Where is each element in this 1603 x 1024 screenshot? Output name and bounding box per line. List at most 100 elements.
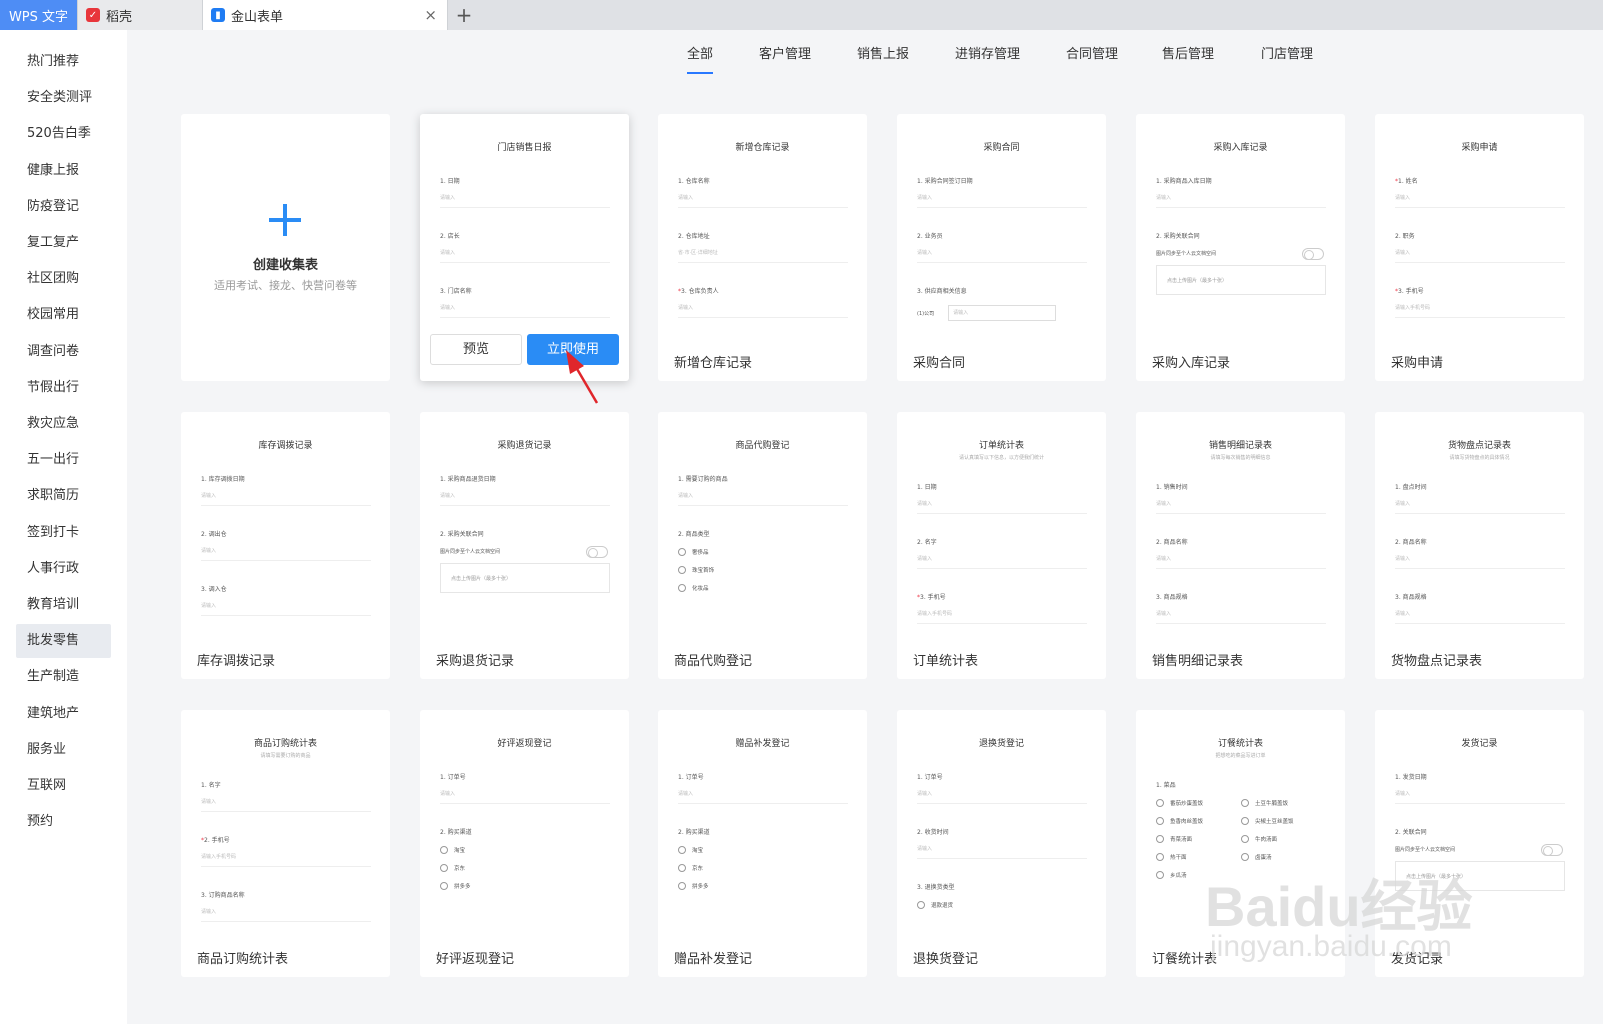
sidebar-item[interactable]: 校园常用 xyxy=(16,298,111,332)
sidebar-item[interactable]: 五一出行 xyxy=(16,443,111,477)
template-form-subtitle: 请认真填写以下信息，以方便我们统计 xyxy=(958,455,1044,461)
radio-icon xyxy=(1156,871,1164,879)
close-tab-icon[interactable]: × xyxy=(424,6,437,24)
sidebar-item[interactable]: 人事行政 xyxy=(16,552,111,586)
template-card[interactable]: 门店销售日报 1. 日期 请输入 2. 店长 请输入 3. 门店名称 请输入 预览 立即使用 xyxy=(420,114,629,381)
sidebar-item[interactable]: 节假出行 xyxy=(16,371,111,405)
question-label: 2. 名字 xyxy=(917,537,1087,546)
tab-wps-writer[interactable]: WPS 文字 xyxy=(0,0,78,30)
sidebar-item[interactable]: 求职简历 xyxy=(16,479,111,513)
form-question: 1. 日期 请输入 xyxy=(917,482,1087,514)
form-question: 3. 商品规格 请输入 xyxy=(1395,592,1565,624)
tab-kingsoft-forms[interactable]: ▮ 金山表单 × xyxy=(203,0,448,30)
form-question: 1. 仓库名称 请输入 xyxy=(678,176,848,208)
question-text: 1. 发货日期 xyxy=(1395,774,1427,781)
option-text: 卤蛋汤 xyxy=(1255,855,1272,861)
create-form-card[interactable]: 创建收集表 适用考试、接龙、快营问卷等 xyxy=(181,114,390,381)
question-text: 3. 订购商品名称 xyxy=(201,892,245,899)
question-input: 请输入 xyxy=(201,492,371,506)
template-card[interactable]: 订单统计表 请认真填写以下信息，以方便我们统计 1. 日期 请输入 2. 名字 请输入 *3… xyxy=(897,412,1106,679)
template-card[interactable]: 采购合同 1. 采购合同签订日期 请输入 2. 业务员 请输入 3. 供应商相关信息 (1)… xyxy=(897,114,1106,381)
template-form-title: 订餐统计表 xyxy=(1217,739,1263,749)
question-text: 3. 仓库负责人 xyxy=(681,288,719,295)
preview-button[interactable]: 预览 xyxy=(430,334,522,365)
category-tab[interactable]: 销售上报 xyxy=(857,46,909,74)
form-question: 3. 供应商相关信息 (1)公司 请输入 xyxy=(917,286,1087,321)
sidebar-item[interactable]: 社区团购 xyxy=(16,262,111,296)
question-label: 1. 仓库名称 xyxy=(678,176,848,185)
sidebar-item[interactable]: 复工复产 xyxy=(16,226,111,260)
sidebar-item[interactable]: 签到打卡 xyxy=(16,516,111,550)
sidebar-item[interactable]: 服务业 xyxy=(16,733,111,767)
question-text: 2. 名字 xyxy=(917,539,937,546)
question-text: 2. 购买渠道 xyxy=(678,829,710,836)
template-form-title: 采购申请 xyxy=(1461,143,1498,153)
tab-docer[interactable]: ✓ 稻壳 xyxy=(78,0,203,30)
question-text: 2. 调出仓 xyxy=(201,531,227,538)
use-now-button[interactable]: 立即使用 xyxy=(527,334,619,365)
radio-option: 拼多多 xyxy=(678,882,848,890)
sidebar-item[interactable]: 互联网 xyxy=(16,769,111,803)
sub-field-label: (1)公司 xyxy=(917,310,935,317)
sidebar-item[interactable]: 520告白季 xyxy=(16,117,111,151)
question-label: 2. 购买渠道 xyxy=(440,827,610,836)
category-tab[interactable]: 售后管理 xyxy=(1162,46,1214,74)
sidebar-item[interactable]: 防疫登记 xyxy=(16,190,111,224)
template-card[interactable]: 退换货登记 1. 订单号 请输入 2. 收货时间 请输入 3. 退换货类型 退款退货 退换货登… xyxy=(897,710,1106,977)
template-card[interactable]: 销售明细记录表 请填写每次销售的明细信息 1. 销售时间 请输入 2. 商品名称 请输入 3… xyxy=(1136,412,1345,679)
category-tab[interactable]: 客户管理 xyxy=(759,46,811,74)
sidebar-item[interactable]: 调查问卷 xyxy=(16,335,111,369)
template-card[interactable]: 赠品补发登记 1. 订单号 请输入 2. 购买渠道 淘宝 京东 拼多多 赠品补发登记 xyxy=(658,710,867,977)
question-label: 1. 订单号 xyxy=(917,772,1087,781)
template-form-title: 库存调拨记录 xyxy=(258,441,313,451)
sidebar-item[interactable]: 教育培训 xyxy=(16,588,111,622)
question-text: 1. 采购商品入库日期 xyxy=(1156,178,1212,185)
sidebar-item[interactable]: 健康上报 xyxy=(16,154,111,188)
category-tab[interactable]: 进销存管理 xyxy=(955,46,1020,74)
form-question: 3. 订购商品名称请输入 xyxy=(201,890,371,922)
question-label: 2. 业务员 xyxy=(917,231,1087,240)
category-tab[interactable]: 全部 xyxy=(687,46,714,74)
sidebar-item[interactable]: 救灾应急 xyxy=(16,407,111,441)
template-card[interactable]: 新增仓库记录 1. 仓库名称 请输入 2. 仓库地址 省·市·区·详细地址 *3. 仓库负… xyxy=(658,114,867,381)
template-card[interactable]: 采购退货记录 1. 采购商品退货日期 请输入 2. 采购关联合同 图片同步至个人云文档空… xyxy=(420,412,629,679)
radio-icon xyxy=(1156,799,1164,807)
question-label: 1. 订单号 xyxy=(678,772,848,781)
question-input: 请输入 xyxy=(1395,194,1565,208)
new-tab-button[interactable]: + xyxy=(448,0,480,30)
question-text: 2. 手机号 xyxy=(204,837,230,844)
sidebar-item[interactable]: 预约 xyxy=(16,805,111,839)
question-label: 3. 商品规格 xyxy=(1156,592,1326,601)
tab-label: 金山表单 xyxy=(231,9,284,25)
question-input: 请输入 xyxy=(440,304,610,318)
template-form-title: 采购合同 xyxy=(983,143,1020,153)
template-card[interactable]: 库存调拨记录 1. 库存调拨日期 请输入 2. 调出仓 请输入 3. 调入仓 请输入 库存调拨… xyxy=(181,412,390,679)
sidebar-item[interactable]: 热门推荐 xyxy=(16,45,111,79)
sidebar-item[interactable]: 生产制造 xyxy=(16,660,111,694)
template-card[interactable]: 商品代购登记 1. 需要订购的商品 请输入 2. 商品类型 奢侈品 珠宝首饰 化妆品 商品代购… xyxy=(658,412,867,679)
question-text: 1. 订单号 xyxy=(440,774,466,781)
question-input: 请输入 xyxy=(201,908,371,922)
question-text: 3. 调入仓 xyxy=(201,586,227,593)
category-tab[interactable]: 合同管理 xyxy=(1066,46,1118,74)
template-card[interactable]: 采购入库记录 1. 采购商品入库日期 请输入 2. 采购关联合同 图片同步至个人云文档空… xyxy=(1136,114,1345,381)
form-question: 2. 仓库地址 省·市·区·详细地址 xyxy=(678,231,848,263)
sidebar-item[interactable]: 批发零售 xyxy=(16,624,111,659)
question-input: 请输入 xyxy=(1395,555,1565,569)
template-card[interactable]: 商品订购统计表 请填写需要订购的商品 1. 名字 请输入 *2. 手机号 请输入手机号码 3… xyxy=(181,710,390,977)
sidebar-item[interactable]: 建筑地产 xyxy=(16,697,111,731)
template-name: 新增仓库记录 xyxy=(674,356,753,371)
option-text: 珠宝首饰 xyxy=(692,568,715,574)
form-question: 1. 订单号 请输入 xyxy=(440,772,610,804)
toggle-switch xyxy=(1302,248,1324,260)
template-name: 采购退货记录 xyxy=(436,654,515,669)
template-card[interactable]: 采购申请 *1. 姓名 请输入 2. 职务 请输入 *3. 手机号 请输入手机号码 采购申请 xyxy=(1375,114,1584,381)
question-text: 3. 退换货类型 xyxy=(917,884,955,891)
template-card[interactable]: 好评返现登记 1. 订单号 请输入 2. 购买渠道 淘宝 京东 拼多多 好评返现登记 xyxy=(420,710,629,977)
question-input: 请输入 xyxy=(1395,610,1565,624)
question-input: 请输入 xyxy=(1395,790,1565,804)
question-text: 1. 名字 xyxy=(201,782,221,789)
sidebar-item[interactable]: 安全类测评 xyxy=(16,81,111,115)
template-card[interactable]: 货物盘点记录表 请填写货物盘点的具体情况 1. 盘点时间 请输入 2. 商品名称 请输入 3… xyxy=(1375,412,1584,679)
category-tab[interactable]: 门店管理 xyxy=(1261,46,1313,74)
